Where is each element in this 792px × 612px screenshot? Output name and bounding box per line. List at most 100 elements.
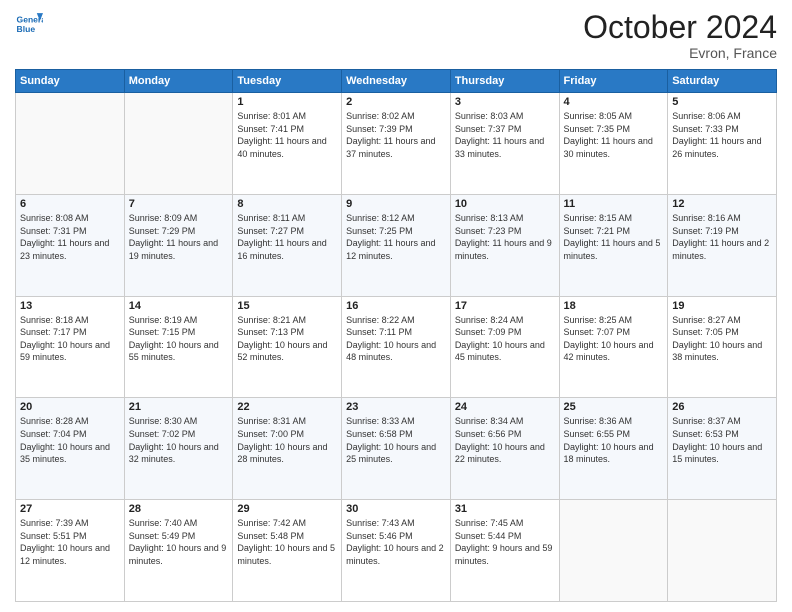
- daylight-text: Daylight: 10 hours and 5 minutes.: [237, 543, 335, 566]
- day-number: 25: [564, 401, 664, 413]
- day-number: 7: [129, 198, 229, 210]
- logo: General Blue General Blue: [15, 10, 43, 38]
- sunset-text: Sunset: 5:44 PM: [455, 531, 522, 541]
- day-number: 14: [129, 300, 229, 312]
- sunset-text: Sunset: 6:53 PM: [672, 429, 739, 439]
- table-row: 23 Sunrise: 8:33 AM Sunset: 6:58 PM Dayl…: [342, 398, 451, 500]
- sunrise-text: Sunrise: 8:12 AM: [346, 213, 415, 223]
- day-number: 9: [346, 198, 446, 210]
- calendar-week-row: 13 Sunrise: 8:18 AM Sunset: 7:17 PM Dayl…: [16, 296, 777, 398]
- table-row: 7 Sunrise: 8:09 AM Sunset: 7:29 PM Dayli…: [124, 194, 233, 296]
- day-number: 12: [672, 198, 772, 210]
- sunset-text: Sunset: 7:19 PM: [672, 226, 739, 236]
- day-info: Sunrise: 8:01 AM Sunset: 7:41 PM Dayligh…: [237, 110, 337, 160]
- table-row: 14 Sunrise: 8:19 AM Sunset: 7:15 PM Dayl…: [124, 296, 233, 398]
- sunset-text: Sunset: 7:07 PM: [564, 327, 631, 337]
- day-number: 26: [672, 401, 772, 413]
- table-row: 10 Sunrise: 8:13 AM Sunset: 7:23 PM Dayl…: [450, 194, 559, 296]
- sunrise-text: Sunrise: 8:11 AM: [237, 213, 305, 223]
- sunset-text: Sunset: 5:49 PM: [129, 531, 196, 541]
- daylight-text: Daylight: 10 hours and 55 minutes.: [129, 340, 219, 363]
- sunset-text: Sunset: 7:02 PM: [129, 429, 196, 439]
- sunset-text: Sunset: 7:41 PM: [237, 124, 304, 134]
- table-row: [559, 500, 668, 602]
- sunset-text: Sunset: 7:33 PM: [672, 124, 739, 134]
- daylight-text: Daylight: 11 hours and 12 minutes.: [346, 238, 435, 261]
- day-info: Sunrise: 8:12 AM Sunset: 7:25 PM Dayligh…: [346, 212, 446, 262]
- sunrise-text: Sunrise: 8:02 AM: [346, 111, 415, 121]
- table-row: 27 Sunrise: 7:39 AM Sunset: 5:51 PM Dayl…: [16, 500, 125, 602]
- table-row: 18 Sunrise: 8:25 AM Sunset: 7:07 PM Dayl…: [559, 296, 668, 398]
- day-number: 21: [129, 401, 229, 413]
- daylight-text: Daylight: 11 hours and 9 minutes.: [455, 238, 552, 261]
- table-row: 25 Sunrise: 8:36 AM Sunset: 6:55 PM Dayl…: [559, 398, 668, 500]
- location: Evron, France: [583, 45, 777, 61]
- day-info: Sunrise: 8:09 AM Sunset: 7:29 PM Dayligh…: [129, 212, 229, 262]
- daylight-text: Daylight: 11 hours and 2 minutes.: [672, 238, 769, 261]
- daylight-text: Daylight: 10 hours and 28 minutes.: [237, 442, 327, 465]
- header: General Blue General Blue October 2024 E…: [15, 10, 777, 61]
- table-row: [668, 500, 777, 602]
- logo-icon: General Blue: [15, 10, 43, 38]
- calendar-header-row: Sunday Monday Tuesday Wednesday Thursday…: [16, 70, 777, 93]
- daylight-text: Daylight: 11 hours and 37 minutes.: [346, 136, 435, 159]
- calendar-table: Sunday Monday Tuesday Wednesday Thursday…: [15, 69, 777, 602]
- table-row: 16 Sunrise: 8:22 AM Sunset: 7:11 PM Dayl…: [342, 296, 451, 398]
- day-number: 29: [237, 503, 337, 515]
- day-number: 31: [455, 503, 555, 515]
- day-number: 27: [20, 503, 120, 515]
- day-number: 22: [237, 401, 337, 413]
- table-row: 15 Sunrise: 8:21 AM Sunset: 7:13 PM Dayl…: [233, 296, 342, 398]
- table-row: 30 Sunrise: 7:43 AM Sunset: 5:46 PM Dayl…: [342, 500, 451, 602]
- day-info: Sunrise: 7:42 AM Sunset: 5:48 PM Dayligh…: [237, 517, 337, 567]
- daylight-text: Daylight: 10 hours and 22 minutes.: [455, 442, 545, 465]
- day-info: Sunrise: 7:45 AM Sunset: 5:44 PM Dayligh…: [455, 517, 555, 567]
- sunset-text: Sunset: 7:00 PM: [237, 429, 304, 439]
- day-number: 10: [455, 198, 555, 210]
- calendar-week-row: 27 Sunrise: 7:39 AM Sunset: 5:51 PM Dayl…: [16, 500, 777, 602]
- sunset-text: Sunset: 7:17 PM: [20, 327, 87, 337]
- sunrise-text: Sunrise: 8:13 AM: [455, 213, 524, 223]
- sunset-text: Sunset: 6:56 PM: [455, 429, 522, 439]
- day-number: 18: [564, 300, 664, 312]
- sunset-text: Sunset: 7:15 PM: [129, 327, 196, 337]
- daylight-text: Daylight: 10 hours and 25 minutes.: [346, 442, 436, 465]
- sunrise-text: Sunrise: 8:18 AM: [20, 315, 89, 325]
- day-info: Sunrise: 8:37 AM Sunset: 6:53 PM Dayligh…: [672, 415, 772, 465]
- table-row: 4 Sunrise: 8:05 AM Sunset: 7:35 PM Dayli…: [559, 93, 668, 195]
- sunrise-text: Sunrise: 8:16 AM: [672, 213, 741, 223]
- daylight-text: Daylight: 11 hours and 40 minutes.: [237, 136, 326, 159]
- sunrise-text: Sunrise: 8:01 AM: [237, 111, 306, 121]
- day-info: Sunrise: 8:19 AM Sunset: 7:15 PM Dayligh…: [129, 314, 229, 364]
- sunrise-text: Sunrise: 8:22 AM: [346, 315, 415, 325]
- sunset-text: Sunset: 7:27 PM: [237, 226, 304, 236]
- sunrise-text: Sunrise: 8:37 AM: [672, 416, 741, 426]
- sunset-text: Sunset: 7:35 PM: [564, 124, 631, 134]
- table-row: 12 Sunrise: 8:16 AM Sunset: 7:19 PM Dayl…: [668, 194, 777, 296]
- sunrise-text: Sunrise: 8:34 AM: [455, 416, 524, 426]
- sunrise-text: Sunrise: 8:05 AM: [564, 111, 633, 121]
- table-row: 29 Sunrise: 7:42 AM Sunset: 5:48 PM Dayl…: [233, 500, 342, 602]
- day-info: Sunrise: 8:18 AM Sunset: 7:17 PM Dayligh…: [20, 314, 120, 364]
- daylight-text: Daylight: 9 hours and 59 minutes.: [455, 543, 553, 566]
- day-info: Sunrise: 7:43 AM Sunset: 5:46 PM Dayligh…: [346, 517, 446, 567]
- day-number: 3: [455, 96, 555, 108]
- sunset-text: Sunset: 6:58 PM: [346, 429, 413, 439]
- sunrise-text: Sunrise: 8:27 AM: [672, 315, 741, 325]
- day-number: 20: [20, 401, 120, 413]
- daylight-text: Daylight: 10 hours and 59 minutes.: [20, 340, 110, 363]
- sunset-text: Sunset: 7:04 PM: [20, 429, 87, 439]
- header-saturday: Saturday: [668, 70, 777, 93]
- day-info: Sunrise: 8:15 AM Sunset: 7:21 PM Dayligh…: [564, 212, 664, 262]
- daylight-text: Daylight: 10 hours and 52 minutes.: [237, 340, 327, 363]
- sunrise-text: Sunrise: 7:45 AM: [455, 518, 524, 528]
- day-info: Sunrise: 8:05 AM Sunset: 7:35 PM Dayligh…: [564, 110, 664, 160]
- day-info: Sunrise: 8:03 AM Sunset: 7:37 PM Dayligh…: [455, 110, 555, 160]
- day-info: Sunrise: 8:22 AM Sunset: 7:11 PM Dayligh…: [346, 314, 446, 364]
- daylight-text: Daylight: 10 hours and 38 minutes.: [672, 340, 762, 363]
- day-info: Sunrise: 8:21 AM Sunset: 7:13 PM Dayligh…: [237, 314, 337, 364]
- sunset-text: Sunset: 7:09 PM: [455, 327, 522, 337]
- sunset-text: Sunset: 7:31 PM: [20, 226, 87, 236]
- sunrise-text: Sunrise: 8:36 AM: [564, 416, 633, 426]
- daylight-text: Daylight: 10 hours and 42 minutes.: [564, 340, 654, 363]
